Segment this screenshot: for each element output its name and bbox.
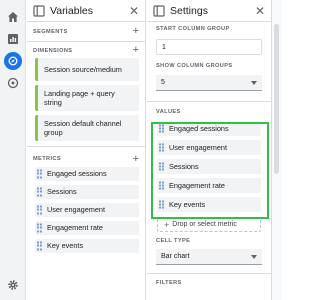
drag-handle-icon — [37, 241, 42, 251]
reports-icon[interactable] — [4, 30, 22, 48]
dimension-label: Session source/medium — [44, 64, 122, 74]
start-column-group-input[interactable]: 1 — [156, 39, 262, 55]
start-column-group-label: START COLUMN GROUP — [156, 26, 230, 32]
plus-icon: + — [164, 219, 170, 230]
dimension-label: Landing page + query string — [44, 88, 115, 107]
settings-title: Settings — [170, 4, 208, 17]
metrics-label: METRICS — [33, 156, 61, 162]
close-variables-icon[interactable]: ✕ — [129, 5, 139, 17]
drag-handle-icon — [37, 205, 42, 215]
cell-type-label: CELL TYPE — [156, 238, 191, 244]
drag-handle-icon — [37, 223, 42, 233]
drop-or-select-metric-button[interactable]: + Drop or select metric — [157, 217, 261, 232]
show-column-groups-label: SHOW COLUMN GROUPS — [156, 63, 233, 69]
metric-item[interactable]: Sessions — [35, 185, 139, 199]
dimensions-section: DIMENSIONS + — [27, 43, 145, 58]
scrollbar-thumb[interactable] — [274, 24, 279, 174]
metric-label: Engagement rate — [47, 223, 103, 233]
add-segment-icon[interactable]: + — [133, 26, 139, 37]
show-column-groups-value: 5 — [161, 79, 165, 86]
segments-label: SEGMENTS — [33, 28, 68, 35]
explore-icon[interactable] — [4, 52, 22, 70]
drop-or-select-metric-label: Drop or select metric — [172, 221, 237, 228]
advertising-icon[interactable] — [4, 74, 22, 92]
home-icon[interactable] — [4, 8, 22, 26]
variables-title: Variables — [50, 4, 93, 17]
dimensions-label: DIMENSIONS — [33, 47, 73, 54]
metric-item[interactable]: User engagement — [35, 203, 139, 217]
dimension-item[interactable]: Session default channel group — [35, 115, 139, 141]
chevron-down-icon — [251, 80, 257, 85]
drag-handle-icon — [37, 169, 42, 179]
metric-label: Sessions — [47, 187, 77, 197]
metric-label: Engaged sessions — [47, 169, 107, 179]
metrics-section: METRICS + — [27, 153, 145, 165]
variables-header: Variables ✕ — [27, 0, 145, 22]
variables-panel-icon — [33, 4, 45, 17]
show-column-groups-select[interactable]: 5 — [156, 75, 262, 91]
dimension-item[interactable]: Landing page + query string — [35, 85, 139, 111]
settings-panel-icon — [153, 4, 165, 17]
dimension-label: Session default channel group — [44, 118, 122, 137]
metric-item[interactable]: Engagement rate — [35, 221, 139, 235]
metric-item[interactable]: Key events — [35, 239, 139, 253]
cell-type-value: Bar chart — [161, 253, 190, 260]
settings-header: Settings ✕ — [147, 0, 271, 22]
chevron-down-icon — [251, 254, 257, 259]
settings-gear-icon[interactable] — [4, 276, 22, 294]
metric-label: User engagement — [47, 205, 106, 215]
segments-section: SEGMENTS + — [27, 22, 145, 42]
left-nav-rail — [0, 0, 26, 300]
drag-handle-icon — [37, 187, 42, 197]
values-highlight-box — [151, 122, 269, 219]
filters-label: FILTERS — [156, 280, 182, 286]
close-settings-icon[interactable]: ✕ — [255, 5, 265, 17]
add-dimension-icon[interactable]: + — [133, 45, 139, 56]
variables-panel: Variables ✕ SEGMENTS + DIMENSIONS + Sess… — [27, 0, 146, 300]
add-metric-icon[interactable]: + — [133, 153, 139, 165]
dimension-item[interactable]: Session source/medium — [35, 58, 139, 81]
metric-label: Key events — [47, 241, 84, 251]
cell-type-select[interactable]: Bar chart — [156, 249, 262, 265]
metric-item[interactable]: Engaged sessions — [35, 167, 139, 181]
values-label: VALUES — [156, 109, 181, 115]
